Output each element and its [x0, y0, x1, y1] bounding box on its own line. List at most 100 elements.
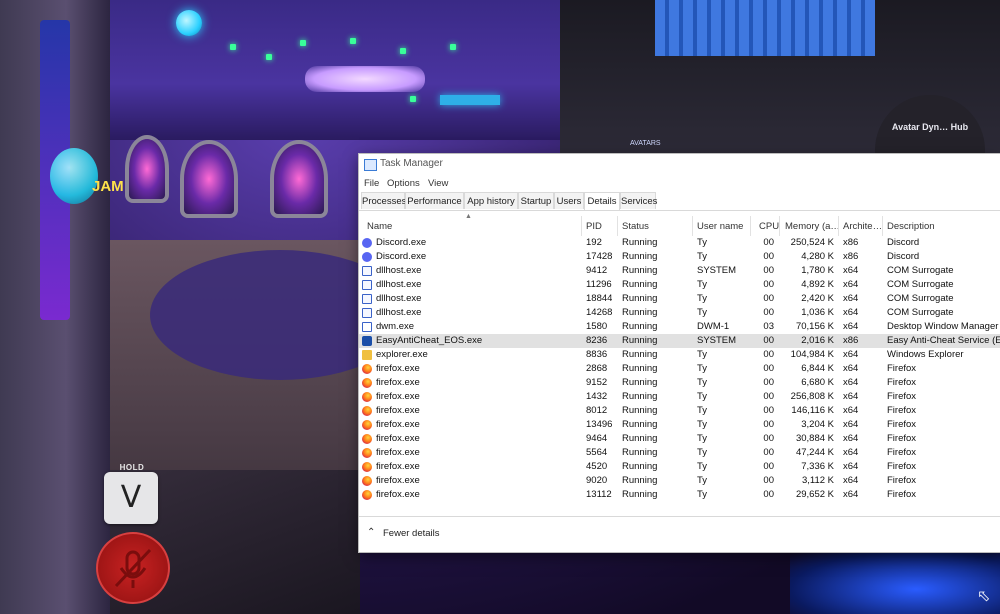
process-row[interactable]: firefox.exe 8012 Running Ty 00 146,116 K x64 Fi…: [359, 404, 1000, 418]
process-row[interactable]: firefox.exe 13112 Running Ty 00 29,652 K x64 Fi…: [359, 488, 1000, 502]
firefox-icon: [362, 392, 372, 402]
process-pid: 8236: [586, 335, 608, 346]
process-user: DWM-1: [697, 321, 730, 332]
process-arch: x64: [843, 405, 859, 416]
ceiling-light: [266, 54, 272, 60]
process-row[interactable]: dwm.exe 1580 Running DWM-1 03 70,156 K x64 Desk…: [359, 320, 1000, 334]
column-description[interactable]: Description: [887, 221, 935, 232]
process-row[interactable]: firefox.exe 1432 Running Ty 00 256,808 K x64 Fi…: [359, 390, 1000, 404]
process-memory: 250,524 K: [790, 237, 834, 248]
process-row[interactable]: dllhost.exe 18844 Running Ty 00 2,420 K x64 COM…: [359, 292, 1000, 306]
process-row[interactable]: Discord.exe 192 Running Ty 00 250,524 K x86 Dis…: [359, 236, 1000, 250]
push-to-talk-key[interactable]: V: [104, 472, 158, 524]
world-portal: [180, 140, 238, 218]
column-separator[interactable]: [882, 216, 883, 236]
process-row[interactable]: EasyAntiCheat_EOS.exe 8236 Running SYSTEM 00…: [359, 334, 1000, 348]
tab-services[interactable]: Services: [620, 192, 657, 209]
process-description: COM Surrogate: [887, 307, 954, 318]
process-user: Ty: [697, 237, 708, 248]
avatars-sign: AVATARS: [630, 140, 661, 147]
process-arch: x64: [843, 265, 859, 276]
process-row[interactable]: firefox.exe 5564 Running Ty 00 47,244 K x64 Fir…: [359, 446, 1000, 460]
column-status[interactable]: Status: [622, 221, 649, 232]
column-pid[interactable]: PID: [586, 221, 602, 232]
menu-options[interactable]: Options: [387, 178, 420, 189]
process-description: Discord: [887, 237, 920, 248]
process-row[interactable]: dllhost.exe 14268 Running Ty 00 1,036 K x64 COM…: [359, 306, 1000, 320]
tab-performance[interactable]: Performance: [405, 192, 464, 209]
tab-processes[interactable]: Processes: [361, 192, 406, 209]
fewer-details-link[interactable]: Fewer details: [383, 528, 440, 539]
process-user: Ty: [697, 447, 708, 458]
menu-view[interactable]: View: [428, 178, 448, 189]
process-user: Ty: [697, 377, 708, 388]
process-user: Ty: [697, 251, 708, 262]
tab-startup[interactable]: Startup: [518, 192, 554, 209]
column-memory[interactable]: Memory (a…: [785, 221, 840, 232]
tab-details[interactable]: Details: [584, 192, 620, 210]
firefox-icon: [362, 364, 372, 374]
process-pid: 13112: [586, 489, 612, 500]
column-separator[interactable]: [838, 216, 839, 236]
column-separator[interactable]: [581, 216, 582, 236]
process-pid: 8836: [586, 349, 608, 360]
process-row[interactable]: firefox.exe 13496 Running Ty 00 3,204 K x64 Fir…: [359, 418, 1000, 432]
process-row[interactable]: dllhost.exe 9412 Running SYSTEM 00 1,780 K x64…: [359, 264, 1000, 278]
process-user: SYSTEM: [697, 265, 737, 276]
menu-file[interactable]: File: [364, 178, 379, 189]
column-user-name[interactable]: User name: [697, 221, 743, 232]
process-row[interactable]: firefox.exe 9152 Running Ty 00 6,680 K x64 Fire…: [359, 376, 1000, 390]
task-manager-window: Task Manager File Options View Processes…: [359, 154, 1000, 552]
process-status: Running: [622, 265, 658, 276]
process-row[interactable]: firefox.exe 2868 Running Ty 00 6,844 K x64 Fire…: [359, 362, 1000, 376]
column-separator[interactable]: [750, 216, 751, 236]
process-row[interactable]: explorer.exe 8836 Running Ty 00 104,984 K x64 W…: [359, 348, 1000, 362]
process-memory: 256,808 K: [790, 391, 834, 402]
ceiling-light: [300, 40, 306, 46]
process-pid: 9412: [586, 265, 608, 276]
column-separator[interactable]: [692, 216, 693, 236]
process-cpu: 00: [763, 307, 774, 318]
mute-mic-button[interactable]: [96, 532, 170, 604]
process-cpu: 00: [763, 279, 774, 290]
process-row[interactable]: firefox.exe 9464 Running Ty 00 30,884 K x64 Fir…: [359, 432, 1000, 446]
host-icon: [362, 280, 372, 290]
process-cpu: 00: [763, 489, 774, 500]
ceiling-light: [400, 48, 406, 54]
process-arch: x64: [843, 391, 859, 402]
process-status: Running: [622, 251, 658, 262]
process-cpu: 00: [763, 363, 774, 374]
process-row[interactable]: firefox.exe 4520 Running Ty 00 7,336 K x64 Fire…: [359, 460, 1000, 474]
process-memory: 6,680 K: [801, 377, 834, 388]
chevron-up-icon[interactable]: ⌃: [367, 527, 375, 538]
process-user: Ty: [697, 489, 708, 500]
ceiling-light: [410, 96, 416, 102]
title-bar[interactable]: Task Manager: [359, 154, 1000, 174]
column-separator[interactable]: [779, 216, 780, 236]
process-user: Ty: [697, 461, 708, 472]
column-architecture[interactable]: Archite…: [843, 221, 882, 232]
process-cpu: 00: [763, 349, 774, 360]
process-name: firefox.exe: [376, 475, 420, 486]
process-pid: 9020: [586, 475, 608, 486]
process-description: Firefox: [887, 461, 917, 472]
process-name: firefox.exe: [376, 391, 420, 402]
process-row[interactable]: firefox.exe 9020 Running Ty 00 3,112 K x64 Fire…: [359, 474, 1000, 488]
process-arch: x64: [843, 279, 859, 290]
process-pid: 2868: [586, 363, 608, 374]
column-name[interactable]: Name: [367, 221, 392, 232]
process-arch: x86: [843, 237, 859, 248]
process-row[interactable]: Discord.exe 17428 Running Ty 00 4,280 K x86 Dis…: [359, 250, 1000, 264]
process-status: Running: [622, 377, 658, 388]
column-cpu[interactable]: CPU: [759, 221, 779, 232]
process-description: Firefox: [887, 475, 917, 486]
process-memory: 29,652 K: [795, 489, 834, 500]
firefox-icon: [362, 406, 372, 416]
process-name: firefox.exe: [376, 447, 420, 458]
tab-users[interactable]: Users: [554, 192, 584, 209]
tab-app-history[interactable]: App history: [464, 192, 518, 209]
process-pid: 5564: [586, 447, 608, 458]
process-row[interactable]: dllhost.exe 11296 Running Ty 00 4,892 K x64 COM…: [359, 278, 1000, 292]
hold-label: HOLD: [119, 463, 145, 472]
column-separator[interactable]: [617, 216, 618, 236]
